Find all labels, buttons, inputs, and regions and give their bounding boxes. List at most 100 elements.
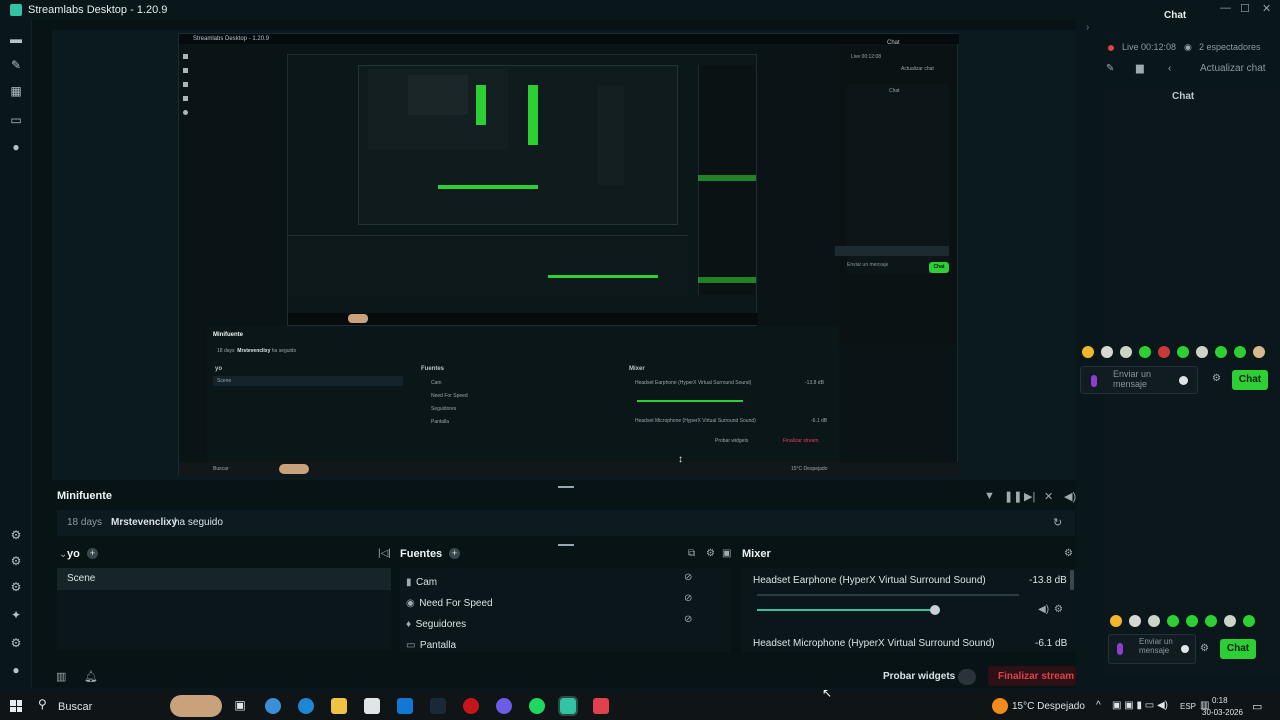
volume-slider-fill: [757, 609, 936, 611]
start-icon[interactable]: [10, 700, 22, 712]
clock-date[interactable]: 30-03-2026: [1202, 708, 1243, 717]
mixer-settings-icon[interactable]: ⚙: [1064, 548, 1073, 559]
share-icon[interactable]: ‹: [1168, 63, 1171, 74]
nested-update-chat: Actualizar chat: [901, 66, 934, 72]
tools-icon[interactable]: ⚙: [9, 580, 23, 594]
minimize-button[interactable]: —: [1220, 2, 1231, 14]
advanced-audio-icon[interactable]: ⚙: [706, 548, 715, 559]
mixer-scrollbar[interactable]: [1070, 570, 1074, 590]
minifuente-title: Minifuente: [57, 490, 112, 502]
streamlabs-icon[interactable]: [558, 696, 578, 716]
chat-panel: Chat › Live 00:12:08 ◉ 2 espectadores ✎ …: [1076, 10, 1280, 688]
notification-center-icon[interactable]: ▭: [1252, 700, 1262, 713]
viewers-count: 2 espectadores: [1199, 42, 1261, 52]
popout-icon[interactable]: ▣: [722, 548, 731, 559]
task-view-icon[interactable]: ▣: [232, 698, 248, 714]
scenes-dock: ⌄ yo + Scene: [57, 546, 391, 652]
nested-docks: Minifuente 18 days Mrstevenclixy ha segu…: [207, 326, 839, 468]
opera-icon[interactable]: [463, 698, 479, 714]
studio-icon[interactable]: ⚙: [9, 528, 23, 542]
taskbar-search[interactable]: Buscar: [58, 701, 92, 713]
track-name: Headset Earphone (HyperX Virtual Surroun…: [753, 575, 986, 586]
discord-icon[interactable]: [496, 698, 512, 714]
brave-icon[interactable]: [593, 698, 609, 714]
chat-settings-icon[interactable]: ⚙: [1200, 643, 1209, 654]
edge-icon[interactable]: [298, 698, 314, 714]
performance-icon[interactable]: ▥: [56, 670, 66, 683]
track-settings-icon[interactable]: ⚙: [1054, 604, 1063, 615]
volume-icon[interactable]: ◀): [1064, 490, 1076, 503]
nested-chat-panel: Live 00:12:08 Actualizar chat Chat Envia…: [835, 46, 957, 346]
sources-title: Fuentes: [400, 548, 443, 560]
splitter-handle[interactable]: [558, 486, 574, 488]
mute-alerts-icon[interactable]: ✕: [1044, 490, 1053, 503]
file-explorer-icon[interactable]: [331, 698, 347, 714]
media-icon[interactable]: ●: [9, 140, 23, 154]
nested-live: Live 00:12:08: [851, 54, 882, 60]
scene-label: Scene: [67, 573, 96, 584]
chat-message-input[interactable]: Enviar un mensaje: [1080, 366, 1198, 394]
chat-button[interactable]: Chat: [1232, 370, 1268, 390]
nested-chat-title: Chat: [889, 88, 900, 94]
profile-icon[interactable]: ●: [9, 663, 23, 677]
stream-preview[interactable]: Streamlabs Desktop - 1.20.9 Chat Live 00…: [52, 30, 1076, 480]
steam-icon[interactable]: [430, 698, 446, 714]
edit-icon[interactable]: ✎: [1106, 63, 1114, 74]
source-layout-icon[interactable]: |◁|: [378, 548, 391, 559]
cam-icon[interactable]: ▆: [1136, 63, 1144, 74]
maximize-button[interactable]: ☐: [1240, 2, 1250, 15]
source-item[interactable]: ♦ Seguidores: [406, 614, 466, 632]
notifications-icon[interactable]: 🔔︎: [84, 670, 98, 683]
plugins-icon[interactable]: ⚙: [9, 554, 23, 568]
outlook-icon[interactable]: [397, 698, 413, 714]
update-chat-button[interactable]: Actualizar chat: [1200, 63, 1266, 74]
source-item[interactable]: ▭ Pantalla: [406, 635, 456, 653]
copilot-icon[interactable]: [265, 698, 281, 714]
filter-icon[interactable]: ▼: [984, 490, 995, 502]
mute-icon[interactable]: ◀): [1038, 604, 1049, 615]
source-item[interactable]: ◉ Need For Speed: [406, 593, 493, 611]
chat-message-input-2[interactable]: Enviar un mensaje: [1108, 634, 1196, 664]
dashboard-icon[interactable]: ▭: [9, 113, 23, 127]
end-stream-button[interactable]: Finalizar stream: [988, 666, 1076, 686]
test-widgets-button[interactable]: Probar widgets: [883, 671, 955, 682]
chat-button[interactable]: Chat: [1220, 639, 1256, 659]
recording-toggle[interactable]: [958, 669, 976, 685]
spotify-icon[interactable]: [529, 698, 545, 714]
tray-icons[interactable]: ▣ ▣ ▮ ▭ ◀): [1112, 700, 1168, 711]
scene-item[interactable]: Scene: [57, 568, 391, 590]
tray-chevron-icon[interactable]: ^: [1096, 700, 1101, 711]
scene-collection-title[interactable]: yo: [67, 548, 80, 560]
source-item[interactable]: ▮ Cam: [406, 572, 437, 590]
repeat-icon[interactable]: ↻: [1053, 516, 1062, 529]
deeper-nested-capture: [287, 54, 758, 326]
left-sidebar: ▬ ✎ ▦ ▭ ● › ⚙ ⚙ ⚙ ✦ ⚙ ●: [0, 20, 45, 688]
clock-time[interactable]: 0:18: [1212, 696, 1228, 705]
emoji-icon[interactable]: [1179, 376, 1188, 385]
language-indicator[interactable]: ESP: [1180, 702, 1196, 711]
store-icon[interactable]: ▦: [9, 84, 23, 98]
highlights-icon[interactable]: ✦: [9, 608, 23, 622]
editor-icon[interactable]: ▬: [9, 32, 23, 46]
settings-icon[interactable]: ⚙: [9, 636, 23, 650]
pause-icon[interactable]: ❚❚: [1004, 490, 1022, 503]
collapse-chat-icon[interactable]: ›: [1086, 22, 1089, 33]
chat-settings-icon[interactable]: ⚙: [1212, 373, 1221, 384]
themes-icon[interactable]: ✎: [9, 58, 23, 72]
search-highlight-image[interactable]: [170, 695, 222, 717]
cursor-resize-icon: ↕: [678, 454, 683, 465]
pip-icon[interactable]: ⧉: [688, 548, 695, 559]
add-scene-icon[interactable]: +: [87, 548, 98, 559]
emoji-icon[interactable]: [1181, 645, 1189, 653]
viewers-icon: ◉: [1184, 42, 1192, 52]
add-source-icon[interactable]: +: [449, 548, 460, 559]
close-button[interactable]: ✕: [1262, 2, 1271, 15]
store-app-icon[interactable]: [364, 698, 380, 714]
title-bar: Streamlabs Desktop - 1.20.9 — ☐ ✕: [0, 0, 1280, 20]
live-dot-icon: [1108, 45, 1114, 51]
emote-bar-2[interactable]: [1110, 615, 1280, 629]
skip-icon[interactable]: ▶|: [1024, 490, 1035, 503]
emote-bar[interactable]: [1082, 346, 1280, 360]
weather-text[interactable]: 15°C Despejado: [1012, 701, 1085, 712]
search-icon[interactable]: ⚲: [38, 697, 47, 711]
